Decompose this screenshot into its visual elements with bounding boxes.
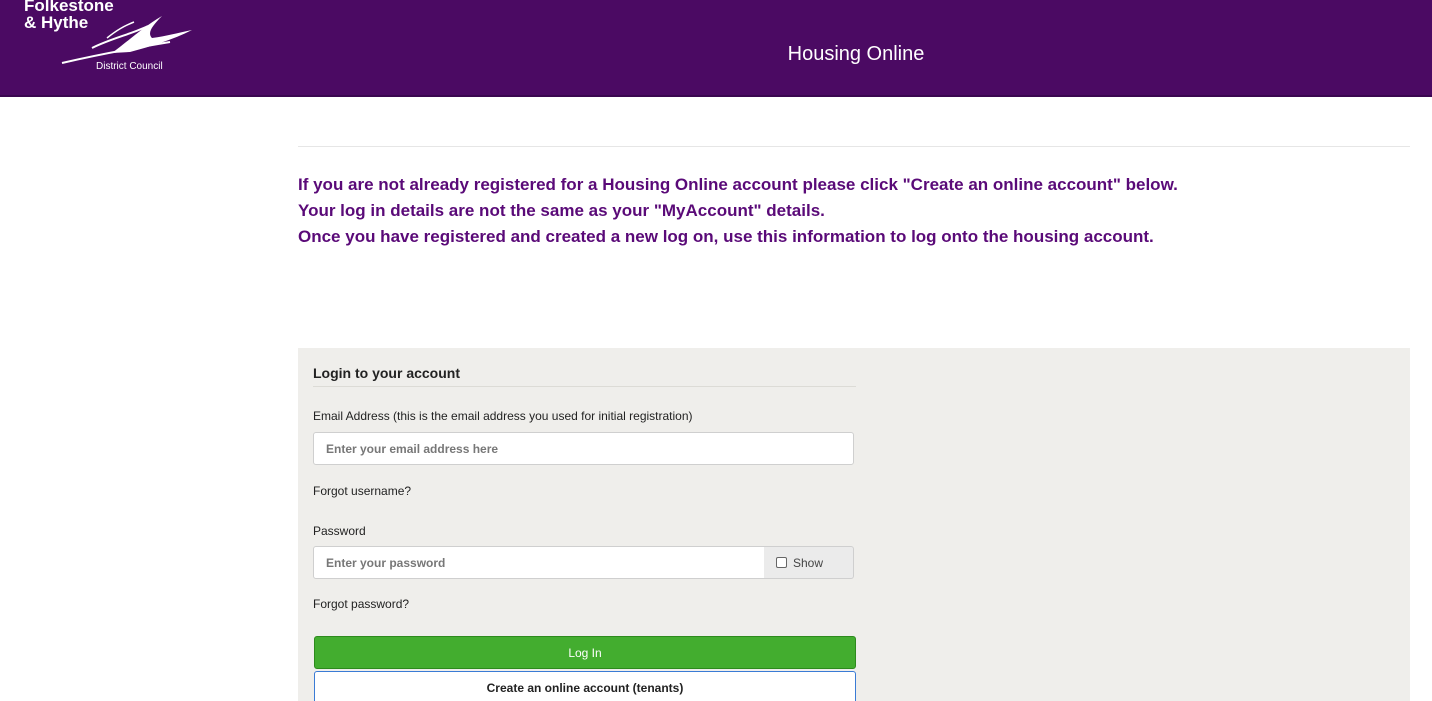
forgot-username-link[interactable]: Forgot username?	[313, 484, 411, 498]
email-input[interactable]	[313, 432, 854, 465]
council-logo[interactable]: Folkestone & Hythe District Council	[22, 0, 202, 80]
show-password-label: Show	[793, 555, 824, 570]
email-label: Email Address (this is the email address…	[313, 409, 693, 423]
login-panel: Login to your account Email Address (thi…	[298, 348, 1410, 701]
divider	[298, 146, 1410, 147]
notice-line-1: If you are not already registered for a …	[298, 175, 1178, 194]
show-password-checkbox[interactable]	[776, 557, 787, 568]
notice-line-2: Your log in details are not the same as …	[298, 201, 825, 220]
registration-notice: If you are not already registered for a …	[298, 172, 1410, 250]
notice-line-3: Once you have registered and created a n…	[298, 227, 1154, 246]
login-button[interactable]: Log In	[314, 636, 856, 669]
show-password-toggle[interactable]: Show	[764, 546, 854, 579]
password-input[interactable]	[313, 546, 765, 579]
create-account-button[interactable]: Create an online account (tenants)	[314, 671, 856, 701]
page-title: Housing Online	[787, 43, 925, 65]
site-header: Folkestone & Hythe District Council Hous…	[0, 0, 1432, 97]
login-title: Login to your account	[313, 365, 856, 387]
password-label: Password	[313, 524, 366, 538]
forgot-password-link[interactable]: Forgot password?	[313, 597, 409, 611]
